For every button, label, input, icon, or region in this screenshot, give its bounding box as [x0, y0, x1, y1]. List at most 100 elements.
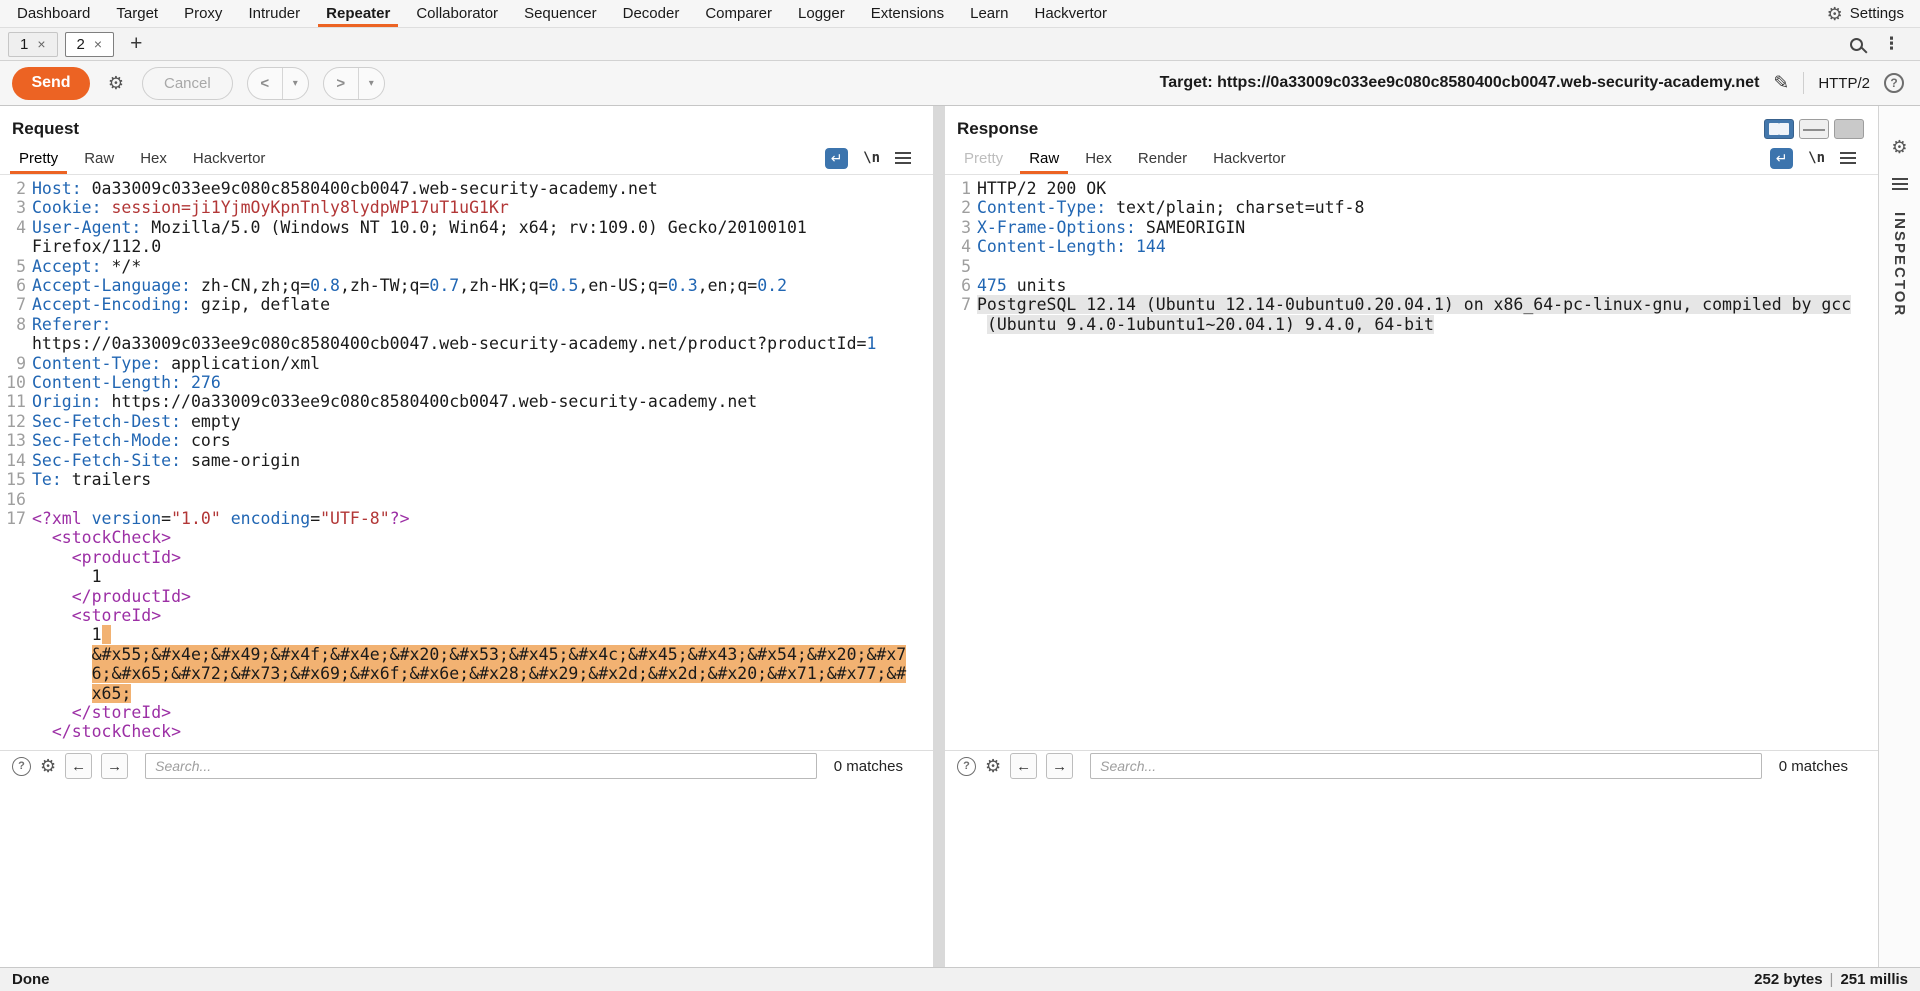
menu-item-extensions[interactable]: Extensions	[858, 0, 957, 27]
menu-item-target[interactable]: Target	[103, 0, 171, 27]
search-settings-icon[interactable]: ⚙	[40, 757, 56, 775]
response-tab-hackvertor[interactable]: Hackvertor	[1200, 142, 1299, 174]
menu-item-intruder[interactable]: Intruder	[235, 0, 313, 27]
close-icon[interactable]: ×	[37, 37, 45, 51]
line-number: 13	[0, 431, 26, 450]
history-back-button[interactable]: < ▾	[247, 67, 309, 100]
search-settings-icon[interactable]: ⚙	[985, 757, 1001, 775]
gear-icon: ⚙	[1827, 5, 1843, 23]
code-segment: Firefox/112.0	[32, 237, 161, 256]
repeater-tab-1[interactable]: 1 ×	[8, 32, 58, 57]
code-text: Accept-Language: zh-CN,zh;q=0.8,zh-TW;q=…	[32, 276, 787, 295]
help-icon[interactable]: ?	[1884, 73, 1904, 93]
code-segment: </productId>	[72, 587, 191, 606]
response-match-count: 0 matches	[1779, 758, 1848, 775]
next-match-button[interactable]: →	[101, 753, 128, 779]
word-wrap-icon[interactable]: ↵	[825, 148, 848, 169]
code-text: Sec-Fetch-Mode: cors	[32, 431, 231, 450]
word-wrap-icon[interactable]: ↵	[1770, 148, 1793, 169]
code-segment: Origin:	[32, 392, 102, 411]
send-button[interactable]: Send	[12, 67, 90, 100]
request-header: Request	[0, 106, 933, 142]
add-tab-button[interactable]: +	[121, 32, 151, 56]
request-search-input[interactable]	[145, 753, 817, 779]
menu-item-decoder[interactable]: Decoder	[610, 0, 693, 27]
code-segment: 276	[191, 373, 221, 392]
menu-item-comparer[interactable]: Comparer	[692, 0, 785, 27]
panel-divider[interactable]	[933, 106, 945, 967]
cancel-button[interactable]: Cancel	[142, 67, 233, 100]
layout-single-button[interactable]	[1834, 119, 1864, 139]
editor-menu-icon[interactable]	[1840, 152, 1856, 164]
show-newlines-icon[interactable]: \n	[1808, 150, 1825, 166]
previous-match-button[interactable]: ←	[1010, 753, 1037, 779]
editor-menu-icon[interactable]	[895, 152, 911, 164]
inspector-settings-icon[interactable]: ⚙	[1891, 138, 1907, 156]
code-segment: =	[161, 509, 171, 528]
code-segment	[102, 198, 112, 217]
previous-match-button[interactable]: ←	[65, 753, 92, 779]
request-tab-raw[interactable]: Raw	[71, 142, 127, 174]
code-text: 1	[32, 567, 102, 586]
code-text: Accept: */*	[32, 257, 141, 276]
chevron-down-icon[interactable]: ▾	[283, 68, 308, 99]
menu-item-dashboard[interactable]: Dashboard	[4, 0, 103, 27]
search-help-icon[interactable]: ?	[12, 757, 31, 776]
settings-button[interactable]: ⚙ Settings	[1827, 0, 1920, 27]
request-tab-hackvertor[interactable]: Hackvertor	[180, 142, 279, 174]
inspector-expand-icon[interactable]	[1892, 178, 1908, 190]
chevron-down-icon[interactable]: ▾	[359, 68, 384, 99]
layout-columns-button[interactable]	[1764, 119, 1794, 139]
code-text: PostgreSQL 12.14 (Ubuntu 12.14-0ubuntu0.…	[977, 295, 1851, 314]
code-segment: User-Agent:	[32, 218, 141, 237]
search-help-icon[interactable]: ?	[957, 757, 976, 776]
repeater-tab-2[interactable]: 2 ×	[65, 32, 115, 57]
more-options-icon[interactable]: ⋮	[1883, 34, 1900, 54]
request-tab-hex[interactable]: Hex	[127, 142, 180, 174]
request-editor[interactable]: 2Host: 0a33009c033ee9c080c8580400cb0047.…	[0, 175, 933, 750]
code-text: Firefox/112.0	[32, 237, 161, 256]
code-line: &#x55;&#x4e;&#x49;&#x4f;&#x4e;&#x20;&#x5…	[0, 645, 933, 664]
inspector-rail[interactable]: ⚙ INSPECTOR	[1878, 106, 1920, 967]
code-text: Host: 0a33009c033ee9c080c8580400cb0047.w…	[32, 179, 658, 198]
search-icon[interactable]	[1850, 38, 1863, 51]
menu-item-repeater[interactable]: Repeater	[313, 0, 403, 27]
request-tab-pretty[interactable]: Pretty	[6, 142, 71, 174]
response-search-input[interactable]	[1090, 753, 1762, 779]
edit-target-icon[interactable]: ✎	[1773, 72, 1789, 95]
response-tab-raw[interactable]: Raw	[1016, 142, 1072, 174]
menu-item-logger[interactable]: Logger	[785, 0, 858, 27]
send-settings-button[interactable]: ⚙	[100, 67, 132, 100]
show-newlines-icon[interactable]: \n	[863, 150, 880, 166]
response-tab-render[interactable]: Render	[1125, 142, 1200, 174]
code-line: 1HTTP/2 200 OK	[945, 179, 1878, 198]
code-text: <stockCheck>	[32, 528, 171, 547]
menu-item-learn[interactable]: Learn	[957, 0, 1021, 27]
layout-rows-button[interactable]	[1799, 119, 1829, 139]
code-segment: ,en;q=	[698, 276, 758, 295]
code-line: 6Accept-Language: zh-CN,zh;q=0.8,zh-TW;q…	[0, 276, 933, 295]
response-tab-pretty[interactable]: Pretty	[951, 142, 1016, 174]
menu-items: DashboardTargetProxyIntruderRepeaterColl…	[4, 0, 1120, 27]
response-tab-hex[interactable]: Hex	[1072, 142, 1125, 174]
request-panel-fill	[0, 781, 933, 967]
next-match-button[interactable]: →	[1046, 753, 1073, 779]
menu-item-hackvertor[interactable]: Hackvertor	[1021, 0, 1120, 27]
close-icon[interactable]: ×	[94, 37, 102, 51]
inspector-label[interactable]: INSPECTOR	[1891, 212, 1908, 317]
request-editor-icons: ↵ \n	[825, 142, 927, 174]
menu-item-proxy[interactable]: Proxy	[171, 0, 235, 27]
back-icon[interactable]: <	[248, 68, 283, 99]
divider	[1803, 72, 1804, 94]
status-bytes: 252 bytes	[1754, 971, 1822, 988]
response-panel: Response Pretty Raw Hex Render Hackverto…	[945, 106, 1878, 967]
history-forward-button[interactable]: > ▾	[323, 67, 385, 100]
code-segment	[32, 606, 72, 625]
code-line: 3X-Frame-Options: SAMEORIGIN	[945, 218, 1878, 237]
burp-window: DashboardTargetProxyIntruderRepeaterColl…	[0, 0, 1920, 991]
menu-item-sequencer[interactable]: Sequencer	[511, 0, 610, 27]
response-editor[interactable]: 1HTTP/2 200 OK2Content-Type: text/plain;…	[945, 175, 1878, 750]
forward-icon[interactable]: >	[324, 68, 359, 99]
menu-item-collaborator[interactable]: Collaborator	[403, 0, 511, 27]
code-segment: cors	[181, 431, 231, 450]
